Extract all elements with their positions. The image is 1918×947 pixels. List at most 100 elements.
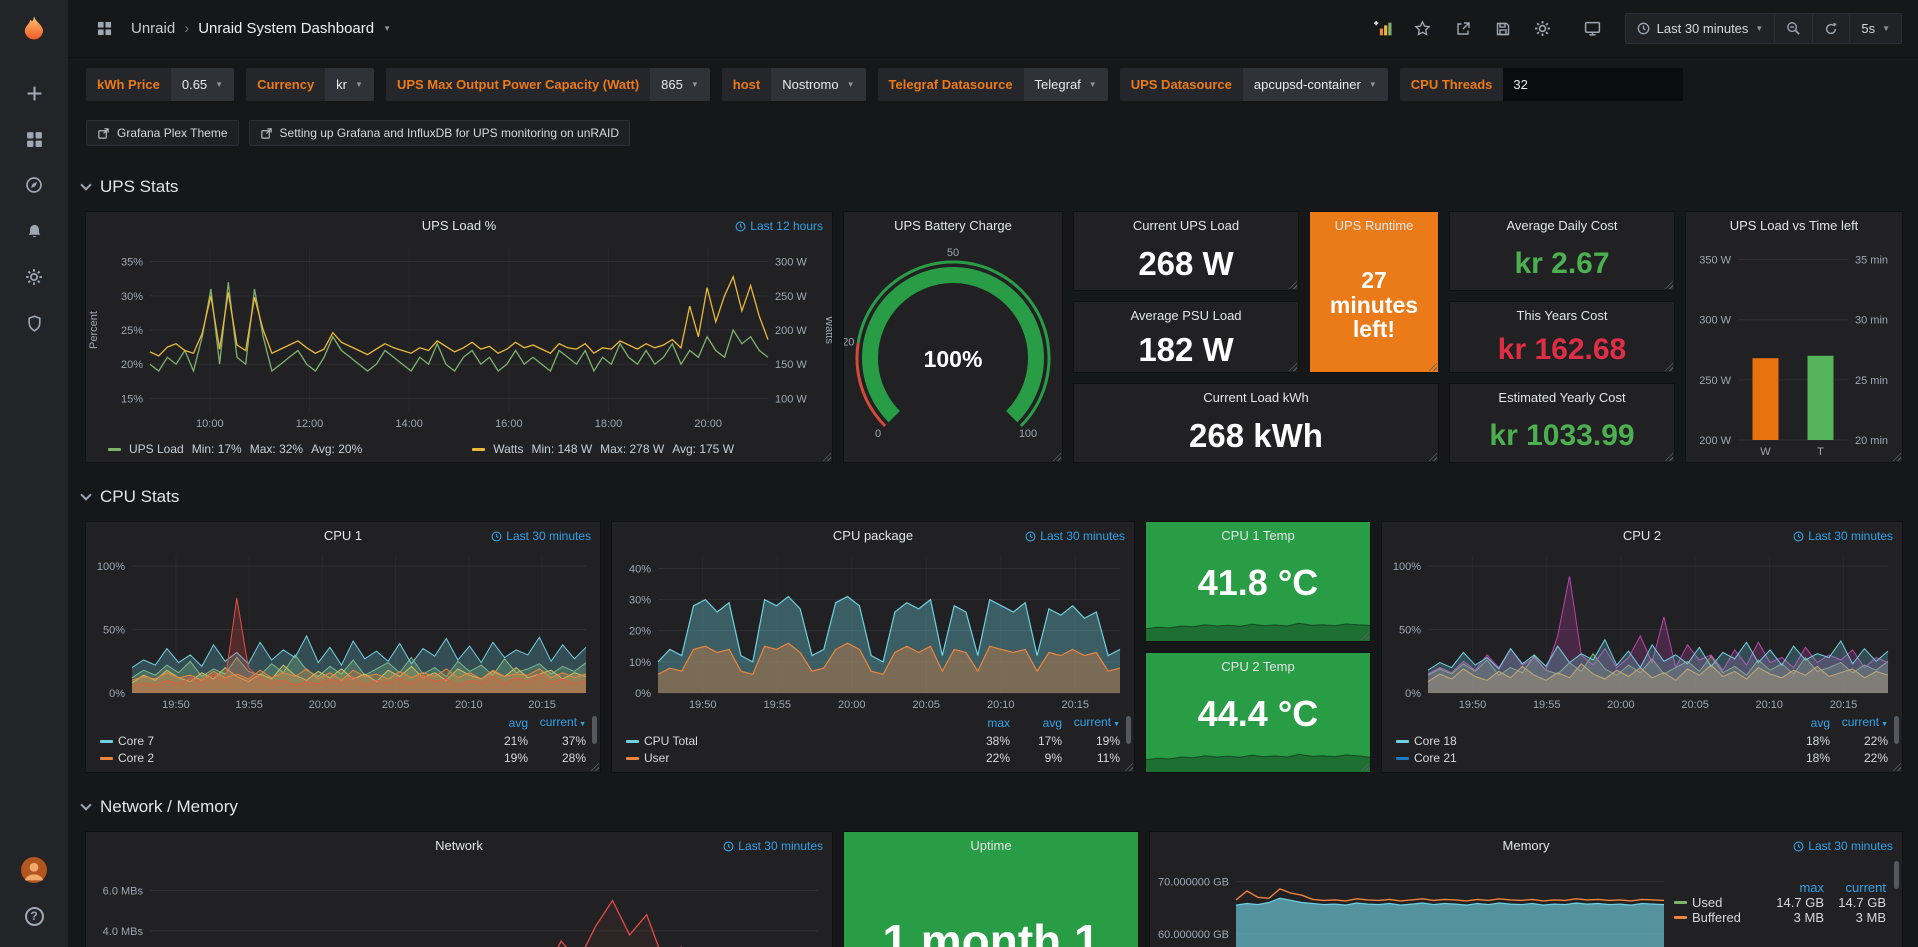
legend-scrollbar[interactable] [1894, 716, 1899, 744]
legend-row-cpu-total[interactable]: CPU Total 38% 17% 19% [626, 733, 1120, 750]
cycle-view-monitor-icon[interactable] [1575, 14, 1611, 44]
dashboard-switcher-caret-icon[interactable]: ▼ [383, 25, 391, 33]
time-range-badge[interactable]: Last 30 minutes [491, 529, 591, 543]
legend-row-user[interactable]: User 22% 9% 11% [626, 750, 1120, 767]
create-plus-icon[interactable] [0, 70, 68, 116]
star-icon[interactable] [1405, 14, 1441, 44]
cpu-package-chart[interactable]: 40%30%20%10%0%19:5019:5520:0020:0520:102… [612, 548, 1134, 713]
navbar: Unraid › Unraid System Dashboard ▼ Last … [68, 0, 1918, 58]
section-network-memory[interactable]: Network / Memory [82, 794, 238, 820]
legend-col-current[interactable]: current▼ [1830, 714, 1888, 733]
panel-header-battery[interactable]: UPS Battery Charge [844, 212, 1062, 238]
panel-header[interactable]: Current UPS Load [1074, 212, 1298, 238]
svg-text:30%: 30% [121, 291, 143, 303]
variable-value-dropdown[interactable]: apcupsd-container▼ [1243, 68, 1388, 101]
time-range-badge[interactable]: Last 12 hours [735, 219, 823, 233]
panel-cpu2-temp: CPU 2 Temp 44.4 °C [1146, 653, 1370, 772]
legend-row-core18[interactable]: Core 18 18% 22% [1396, 733, 1888, 750]
legend-scrollbar[interactable] [1126, 716, 1131, 744]
variable-value-dropdown[interactable]: 0.65▼ [171, 68, 234, 101]
load-vs-time-chart[interactable]: 350 W300 W250 W200 W35 min30 min25 min20… [1686, 238, 1902, 462]
server-admin-shield-icon[interactable] [0, 300, 68, 346]
dashboard-link-ups-guide[interactable]: Setting up Grafana and InfluxDB for UPS … [249, 120, 631, 146]
svg-text:19:55: 19:55 [1533, 699, 1561, 711]
dashboard-link-label: Setting up Grafana and InfluxDB for UPS … [280, 126, 620, 140]
refresh-button[interactable] [1812, 14, 1849, 43]
dashboards-icon[interactable] [0, 116, 68, 162]
explore-compass-icon[interactable] [0, 162, 68, 208]
variable-value-dropdown[interactable]: 865▼ [650, 68, 710, 101]
zoom-out-time-button[interactable] [1774, 14, 1812, 43]
panel-header[interactable]: This Years Cost [1450, 302, 1674, 328]
configuration-gear-icon[interactable] [0, 254, 68, 300]
legend-col-max[interactable]: max [1762, 880, 1824, 895]
legend-scrollbar[interactable] [1894, 861, 1899, 889]
chevron-down-icon [80, 489, 91, 500]
time-range-badge[interactable]: Last 30 minutes [723, 839, 823, 853]
ups-load-chart[interactable]: 35%30%25%20%15%300 W250 W200 W150 W100 W… [86, 238, 832, 436]
panel-header[interactable]: Average PSU Load [1074, 302, 1298, 328]
cpu-threads-input[interactable] [1503, 68, 1683, 101]
time-range-badge[interactable]: Last 30 minutes [1025, 529, 1125, 543]
breadcrumb-dashboard-title[interactable]: Unraid System Dashboard [198, 20, 374, 37]
legend-avg-value: 21% [476, 733, 528, 750]
user-avatar[interactable] [0, 847, 68, 893]
memory-chart[interactable]: 70.000000 GB60.000000 GB50.000000 GB [1150, 858, 1674, 947]
add-panel-icon[interactable] [1365, 14, 1401, 44]
legend-row-core21[interactable]: Core 21 18% 22% [1396, 750, 1888, 767]
legend-col-avg[interactable]: avg [1010, 715, 1062, 732]
legend-row-core2[interactable]: Core 2 19% 28% [100, 750, 586, 767]
dashboard-settings-gear-icon[interactable] [1525, 14, 1561, 44]
legend-scrollbar[interactable] [592, 716, 597, 744]
apps-grid-icon[interactable] [86, 14, 122, 44]
legend-col-max[interactable]: max [958, 715, 1010, 732]
legend-item-watts[interactable]: Watts Min: 148 W Max: 278 W Avg: 175 W [472, 442, 734, 456]
legend-row-buffered[interactable]: Buffered 3 MB 3 MB [1674, 910, 1886, 925]
panel-header[interactable]: Current Load kWh [1074, 384, 1438, 410]
help-icon[interactable]: ? [0, 893, 68, 939]
svg-text:19:50: 19:50 [689, 699, 717, 711]
panel-header[interactable]: UPS Runtime [1310, 212, 1438, 238]
legend-col-current[interactable]: current▼ [528, 714, 586, 733]
panel-header[interactable]: Average Daily Cost [1450, 212, 1674, 238]
cpu2-chart[interactable]: 100%50%0%19:5019:5520:0020:0520:1020:15 [1382, 548, 1902, 713]
legend-item-ups-load[interactable]: UPS Load Min: 17% Max: 32% Avg: 20% [108, 442, 362, 456]
alerting-bell-icon[interactable] [0, 208, 68, 254]
time-range-picker[interactable]: Last 30 minutes ▼ [1626, 14, 1775, 43]
variable-value-dropdown[interactable]: Telegraf▼ [1024, 68, 1108, 101]
legend-header-row: avg current▼ [100, 714, 586, 733]
save-icon[interactable] [1485, 14, 1521, 44]
legend-max: Max: 278 W [600, 442, 664, 456]
time-range-badge[interactable]: Last 30 minutes [1793, 529, 1893, 543]
variable-value-dropdown[interactable]: Nostromo▼ [771, 68, 865, 101]
panel-header[interactable]: CPU 1 Temp [1146, 522, 1370, 548]
grafana-logo-icon[interactable] [17, 14, 51, 48]
refresh-interval-picker[interactable]: 5s ▼ [1849, 14, 1901, 43]
legend-col-avg[interactable]: avg [476, 715, 528, 732]
sidebar: ? [0, 0, 68, 947]
panel-header[interactable]: UPS Load vs Time left [1686, 212, 1902, 238]
panel-header[interactable]: Network [86, 832, 832, 858]
panel-header[interactable]: Estimated Yearly Cost [1450, 384, 1674, 410]
panel-header[interactable]: Uptime [844, 832, 1138, 858]
legend-row-used[interactable]: Used 14.7 GB 14.7 GB [1674, 895, 1886, 910]
breadcrumb-folder[interactable]: Unraid [131, 20, 175, 37]
panel-header[interactable]: Memory [1150, 832, 1902, 858]
section-ups-stats[interactable]: UPS Stats [82, 174, 178, 200]
legend-col-avg[interactable]: avg [1778, 715, 1830, 732]
svg-text:35 min: 35 min [1855, 255, 1888, 267]
cpu1-chart[interactable]: 100%50%0%19:5019:5520:0020:0520:1020:15 [86, 548, 600, 713]
time-range-badge[interactable]: Last 30 minutes [1793, 839, 1893, 853]
battery-gauge-chart[interactable]: 02050100100% [844, 238, 1062, 462]
panel-header[interactable]: CPU 2 Temp [1146, 653, 1370, 679]
share-icon[interactable] [1445, 14, 1481, 44]
legend-col-current[interactable]: current▼ [1062, 714, 1120, 733]
panel-header-ups-load[interactable]: UPS Load % [86, 212, 832, 238]
svg-text:20%: 20% [629, 626, 651, 638]
legend-col-current[interactable]: current [1824, 880, 1886, 895]
dashboard-link-plex-theme[interactable]: Grafana Plex Theme [86, 120, 239, 146]
variable-value-dropdown[interactable]: kr▼ [325, 68, 374, 101]
legend-row-core7[interactable]: Core 7 21% 37% [100, 733, 586, 750]
section-cpu-stats[interactable]: CPU Stats [82, 484, 179, 510]
network-chart[interactable]: 6.0 MBs4.0 MBs2.0 MBs [86, 858, 832, 947]
